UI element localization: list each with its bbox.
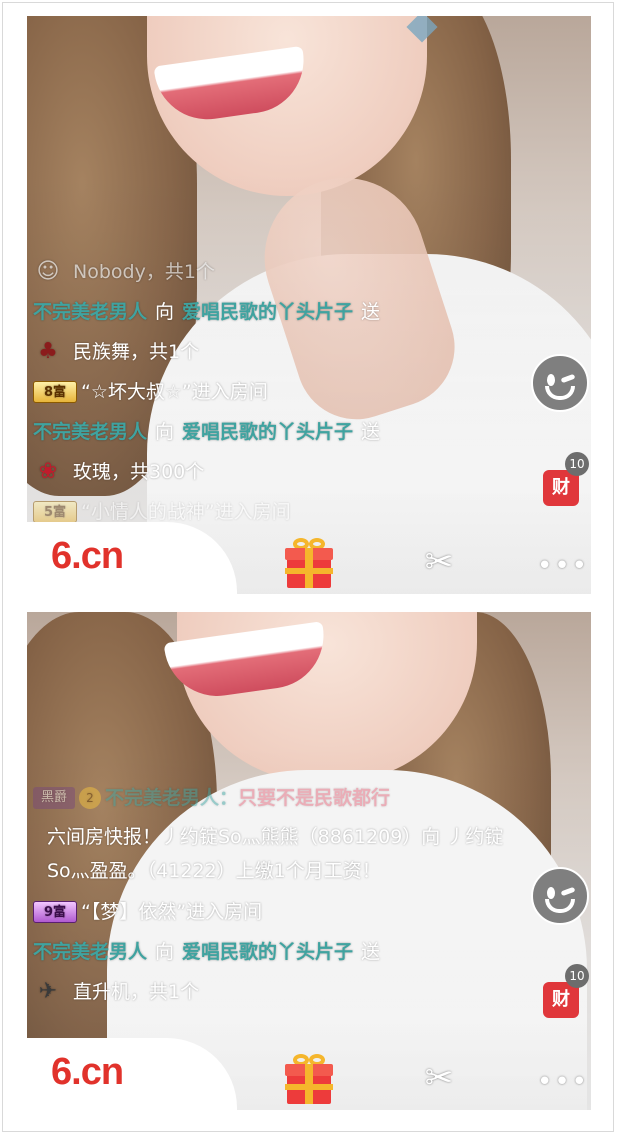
emoji-eye-icon: [547, 887, 555, 899]
chat-line-vip: 黑爵 2 不完美老男人： 只要不是民歌都行: [33, 778, 553, 818]
scissors-icon[interactable]: ✂: [419, 1058, 459, 1098]
wealth-count-badge: 10: [565, 964, 589, 988]
live-stream-panel-top: ☺ Nobody，共1个 不完美老男人 向 爱唱民歌的丫头片子 送 ♣ 民族舞，…: [27, 16, 591, 594]
wealth-label: 财: [552, 477, 570, 498]
chat-line-enter: 8富 “☆坏大叔☆”进入房间: [33, 372, 553, 412]
gift-verb: 向: [155, 421, 175, 443]
vip-badge: 黑爵: [33, 787, 75, 809]
rich-level-badge: 9富: [33, 901, 77, 923]
emoji-smile-icon: [545, 899, 575, 913]
emoji-wink-icon: [560, 886, 576, 897]
more-icon[interactable]: •••: [537, 1069, 587, 1095]
rose-icon: ❀: [38, 459, 58, 484]
gift-item-text: 玫瑰，共300个: [73, 461, 205, 483]
6cn-logo[interactable]: 6.cn: [51, 1051, 124, 1094]
emoji-eye-icon: [547, 374, 555, 386]
chat-line-enter: 9富 “【梦】依然”进入房间: [33, 892, 553, 932]
rich-level-badge: 8富: [33, 381, 77, 403]
chat-line-gift: 不完美老男人 向 爱唱民歌的丫头片子 送: [33, 292, 553, 332]
gift-ribbon-icon: [285, 568, 333, 574]
emoji-button[interactable]: [531, 867, 589, 925]
enter-text: “☆坏大叔☆”进入房间: [81, 381, 268, 403]
chat-text: Nobody，共1个: [73, 261, 215, 283]
gift-verb: 向: [155, 301, 175, 323]
receiver-name[interactable]: 爱唱民歌的丫头片子: [182, 416, 353, 448]
rich-level-badge: 5富: [33, 501, 77, 523]
dancer-icon: ♣: [38, 339, 58, 364]
gift-action: 送: [361, 941, 381, 963]
wealth-label: 财: [552, 989, 570, 1010]
chat-line-nobody: ☺ Nobody，共1个: [33, 252, 553, 292]
enter-text: “【梦】依然”进入房间: [81, 901, 263, 923]
sender-name[interactable]: 不完美老男人: [33, 416, 147, 448]
wealth-button[interactable]: 财 10: [543, 964, 589, 1018]
wealth-count-badge: 10: [565, 452, 589, 476]
scissors-icon[interactable]: ✂: [419, 542, 459, 582]
gift-button[interactable]: [285, 538, 333, 588]
gift-item-text: 直升机，共1个: [73, 981, 200, 1003]
emoji-wink-icon: [560, 373, 576, 384]
crown-icon: 2: [79, 787, 101, 809]
site-notice: 六间房快报！丿约锭So灬熊熊（8861209）向 丿约锭So灬盈盈。（41222…: [47, 826, 504, 882]
chat-feed: 黑爵 2 不完美老男人： 只要不是民歌都行 六间房快报！丿约锭So灬熊熊（886…: [33, 778, 553, 1012]
more-icon[interactable]: •••: [537, 553, 587, 579]
chat-line-gift: 不完美老男人 向 爱唱民歌的丫头片子 送: [33, 412, 553, 452]
chat-line-gift-item: ❀ 玫瑰，共300个: [33, 452, 553, 492]
gift-button[interactable]: [285, 1054, 333, 1104]
chat-line-gift-item: ✈ 直升机，共1个: [33, 972, 553, 1012]
chat-message: 只要不是民歌都行: [238, 787, 391, 809]
gift-verb: 向: [155, 941, 175, 963]
chat-line-gift: 不完美老男人 向 爱唱民歌的丫头片子 送: [33, 932, 553, 972]
emoji-smile-icon: [545, 386, 575, 400]
emoji-button[interactable]: [531, 354, 589, 412]
wealth-button[interactable]: 财 10: [543, 452, 589, 506]
chat-feed: ☺ Nobody，共1个 不完美老男人 向 爱唱民歌的丫头片子 送 ♣ 民族舞，…: [33, 252, 553, 532]
gift-item-text: 民族舞，共1个: [73, 341, 200, 363]
receiver-name[interactable]: 爱唱民歌的丫头片子: [182, 936, 353, 968]
chat-line-gift-item: ♣ 民族舞，共1个: [33, 332, 553, 372]
nobody-icon: ☺: [36, 259, 60, 284]
helicopter-icon: ✈: [38, 979, 58, 1004]
sender-name[interactable]: 不完美老男人: [33, 936, 147, 968]
sender-name[interactable]: 不完美老男人: [33, 296, 147, 328]
sender-name[interactable]: 不完美老男人：: [105, 782, 238, 814]
live-stream-panel-bottom: 黑爵 2 不完美老男人： 只要不是民歌都行 六间房快报！丿约锭So灬熊熊（886…: [27, 612, 591, 1110]
gift-ribbon-icon: [285, 1084, 333, 1090]
gift-action: 送: [361, 421, 381, 443]
receiver-name[interactable]: 爱唱民歌的丫头片子: [182, 296, 353, 328]
6cn-logo[interactable]: 6.cn: [51, 535, 124, 578]
gift-action: 送: [361, 301, 381, 323]
